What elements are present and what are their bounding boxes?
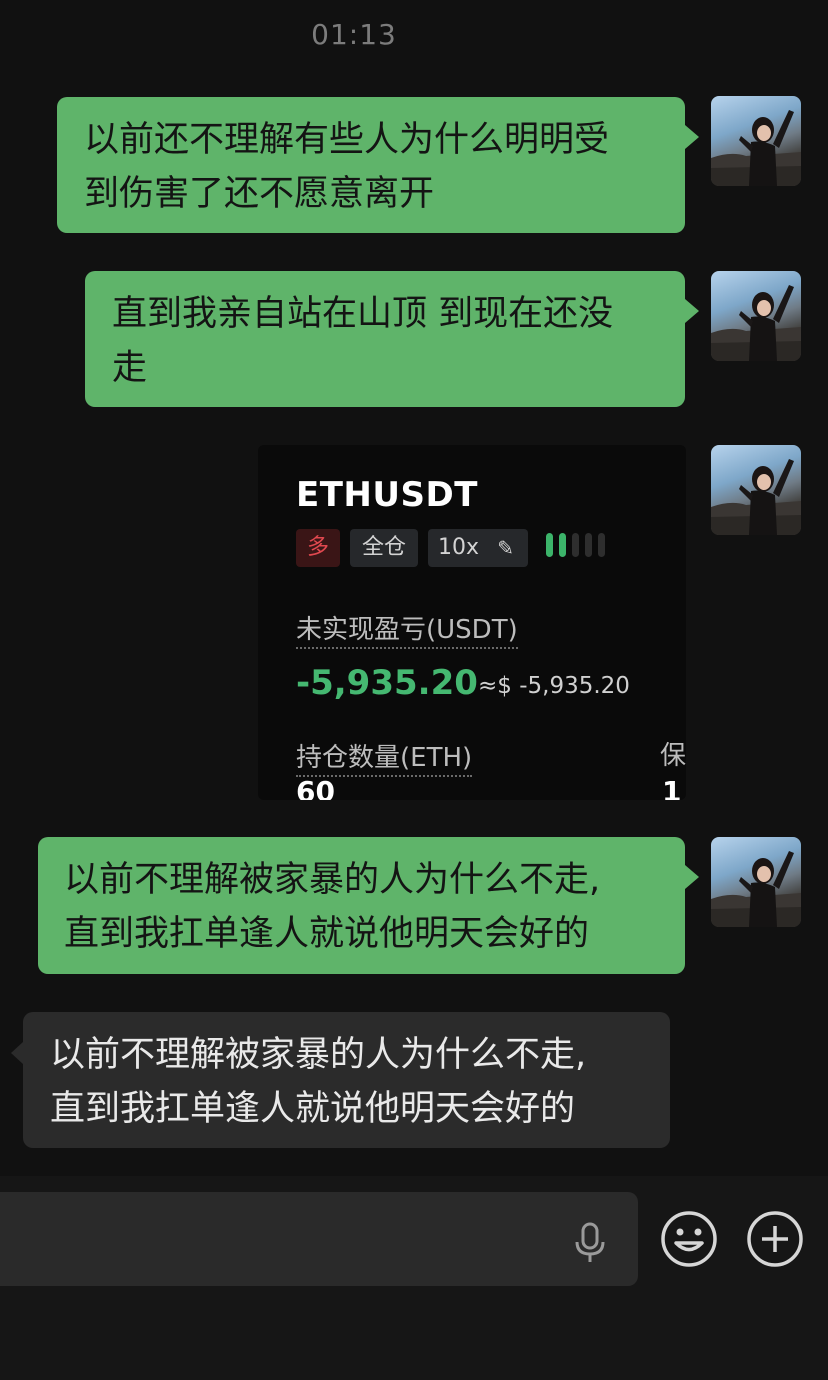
avatar-photo (711, 459, 801, 535)
user-avatar[interactable] (711, 445, 801, 535)
microphone-icon[interactable] (572, 1222, 608, 1264)
outgoing-message-bubble[interactable]: 以前不理解被家暴的人为什么不走, 直到我扛单逢人就说他明天会好的 (38, 837, 699, 974)
avatar-photo (711, 851, 801, 927)
unrealized-pnl-label: 未实现盈亏(USDT) (296, 609, 518, 649)
user-avatar[interactable] (711, 837, 801, 927)
outgoing-message-bubble[interactable]: 直到我亲自站在山顶 到现在还没 走 (85, 271, 699, 407)
plus-circle-icon[interactable] (746, 1210, 804, 1268)
position-qty-value: 60 (296, 775, 335, 800)
emoji-smile-icon[interactable] (660, 1210, 718, 1268)
user-avatar[interactable] (711, 271, 801, 361)
margin-value: 1 (662, 775, 682, 800)
long-side-tag: 多 (296, 529, 340, 567)
avatar-photo (711, 110, 801, 186)
user-avatar[interactable] (711, 96, 801, 186)
avatar-photo (711, 285, 801, 361)
risk-bar (546, 533, 553, 557)
risk-bar (559, 533, 566, 557)
incoming-message-bubble[interactable]: 以前不理解被家暴的人为什么不走, 直到我扛单逢人就说他明天会好的 (11, 1012, 670, 1148)
trading-pair: ETHUSDT (296, 475, 478, 515)
edit-pencil-icon: ✎ (497, 536, 514, 560)
risk-bar (585, 533, 592, 557)
position-card-image[interactable]: ETHUSDT 多 全仓 10x ✎ 未实现盈亏(USDT) -5,935.20… (258, 445, 686, 800)
cross-margin-tag: 全仓 (350, 529, 418, 567)
message-input[interactable] (0, 1192, 638, 1286)
leverage-tag: 10x ✎ (428, 529, 528, 567)
unrealized-pnl-value: -5,935.20 (296, 663, 478, 703)
chat-screen: 01:13 以前还不理解有些人为什么明明受 到伤害了还不愿意离开 直到我亲自站在… (0, 0, 828, 1380)
risk-bar (572, 533, 579, 557)
margin-label: 保 (660, 741, 686, 771)
unrealized-pnl-usd: ≈$ -5,935.20 (478, 673, 630, 699)
risk-bar (598, 533, 605, 557)
message-timestamp: 01:13 (311, 18, 397, 51)
composer-bar (0, 1176, 828, 1380)
leverage-value: 10x (438, 535, 480, 560)
position-qty-label: 持仓数量(ETH) (296, 737, 473, 777)
outgoing-message-bubble[interactable]: 以前还不理解有些人为什么明明受 到伤害了还不愿意离开 (57, 97, 699, 233)
